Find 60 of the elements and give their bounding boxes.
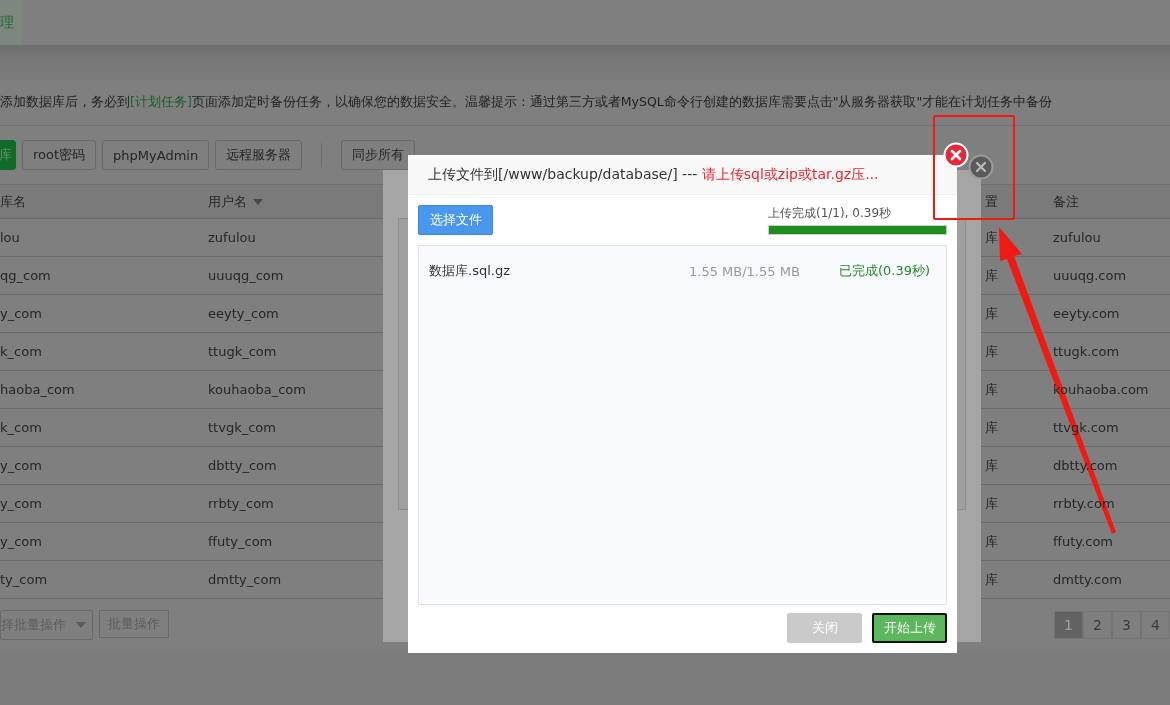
notice-text: 添加数据库后，务必到[计划任务]页面添加定时备份任务，以确保您的数据安全。温馨提示：通过第三方或者MySQL命令行创建的数据库需要点击"从服务器获取"才能在计划任务中备份 [0, 94, 1053, 111]
task-link[interactable]: [计划任务] [130, 94, 192, 109]
table-cell: 库 [985, 228, 998, 247]
table-cell: zufulou [1053, 230, 1101, 245]
table-cell: 库 [985, 494, 998, 513]
column-header[interactable]: 用户名 [208, 192, 247, 211]
table-cell: ffuty.com [1053, 534, 1114, 549]
table-cell: y_com [0, 534, 42, 549]
file-name: 数据库.sql.gz [429, 262, 511, 280]
file-size: 1.55 MB/1.55 MB [689, 263, 801, 279]
page-button[interactable]: 4 [1141, 611, 1170, 639]
column-header[interactable]: 库名 [0, 192, 26, 211]
toolbar-button[interactable]: 同步所有 [341, 140, 416, 170]
nav-tab[interactable]: 理 [0, 0, 22, 45]
table-cell: qg_com [0, 268, 51, 283]
table-cell: ttvgk_com [208, 420, 276, 435]
table-cell: k_com [0, 344, 42, 359]
table-cell: 库 [985, 532, 998, 551]
table-cell: rrbty_com [208, 496, 274, 511]
table-cell: 库 [985, 266, 998, 285]
table-cell: dbtty_com [208, 458, 277, 473]
table-cell: lou [0, 230, 20, 245]
table-cell: k_com [0, 420, 42, 435]
table-cell: ttugk.com [1053, 344, 1120, 359]
table-cell: 库 [985, 456, 998, 475]
table-cell: eeyty_com [208, 306, 279, 321]
table-cell: ttugk_com [208, 344, 277, 359]
table-cell: 库 [985, 418, 998, 437]
table-cell: uuuqg_com [208, 268, 284, 283]
choose-file-button[interactable]: 选择文件 [418, 205, 493, 235]
table-cell: y_com [0, 306, 42, 321]
table-cell: 库 [985, 342, 998, 361]
table-cell: ty_com [0, 572, 48, 587]
table-cell: ffuty_com [208, 534, 273, 549]
table-cell: 库 [985, 570, 998, 589]
table-cell: kouhaoba_com [208, 382, 306, 397]
close-icon[interactable] [968, 154, 994, 180]
progress-label: 上传完成(1/1), 0.39秒 [768, 205, 893, 222]
upload-status: 已完成(0.39秒) [839, 262, 931, 280]
toolbar-button[interactable]: phpMyAdmin [102, 140, 210, 170]
table-cell: 库 [985, 380, 998, 399]
column-header[interactable]: 备注 [1053, 192, 1079, 211]
table-cell: dmtty_com [208, 572, 282, 587]
toolbar-button[interactable]: root密码 [22, 140, 97, 170]
table-cell: y_com [0, 458, 42, 473]
table-cell: zufulou [208, 230, 256, 245]
table-cell: y_com [0, 496, 42, 511]
dialog-title: 上传文件到[/www/backup/database/] --- 请上传sql或zip或tar.gz压... [428, 165, 879, 184]
page-button[interactable]: 3 [1112, 611, 1141, 639]
table-cell: haoba_com [0, 382, 75, 397]
column-header[interactable]: 置 [985, 192, 998, 211]
start-upload-button[interactable]: 开始上传 [872, 613, 947, 643]
sort-caret-icon[interactable] [253, 198, 263, 205]
page-button[interactable]: 1 [1054, 611, 1083, 639]
table-cell: 库 [985, 304, 998, 323]
toolbar-button[interactable]: 远程服务器 [215, 140, 303, 170]
page-button[interactable]: 2 [1083, 611, 1112, 639]
table-cell: eeyty.com [1053, 306, 1120, 321]
table-cell: dmtty.com [1053, 572, 1122, 587]
table-cell: uuuqg.com [1053, 268, 1127, 283]
